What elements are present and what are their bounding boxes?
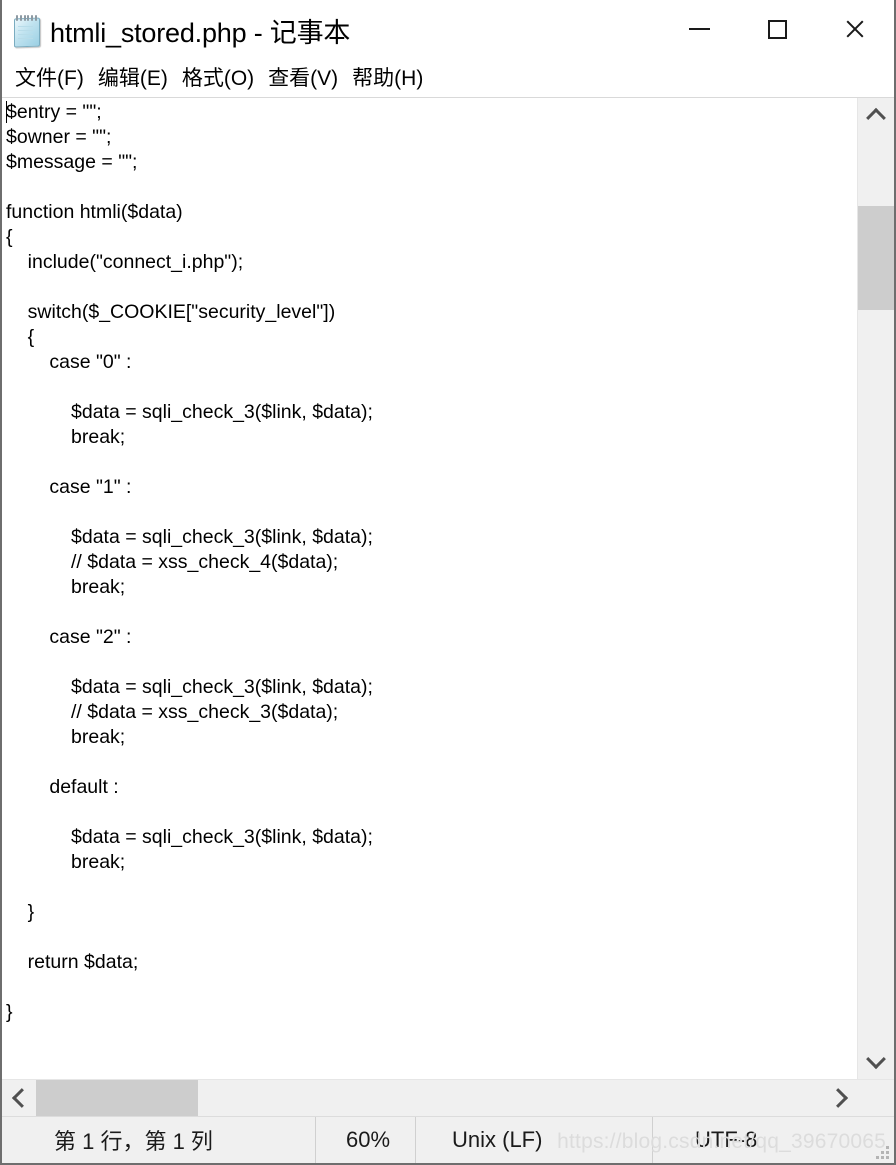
- chevron-up-icon: [866, 107, 886, 128]
- minimize-button[interactable]: [660, 0, 738, 58]
- chevron-left-icon: [11, 1088, 32, 1108]
- maximize-button[interactable]: [738, 0, 816, 58]
- text-editor[interactable]: $entry = ""; $owner = ""; $message = "";…: [2, 98, 857, 1079]
- horizontal-scrollbar[interactable]: [2, 1079, 894, 1116]
- scroll-left-button[interactable]: [2, 1080, 36, 1116]
- status-bar: 第 1 行，第 1 列 60% Unix (LF) UTF-8 https://…: [2, 1116, 894, 1163]
- editor-row: $entry = ""; $owner = ""; $message = "";…: [2, 98, 894, 1079]
- menu-item-format[interactable]: 格式(O): [175, 68, 261, 89]
- status-line-ending: Unix (LF): [415, 1117, 652, 1163]
- status-encoding: UTF-8: [652, 1117, 894, 1163]
- close-button[interactable]: [816, 0, 894, 58]
- window-controls: [660, 0, 894, 60]
- scroll-up-button[interactable]: [858, 98, 894, 132]
- notepad-window: htmli_stored.php - 记事本 文件(F) 编辑(E) 格式(O)…: [0, 0, 896, 1165]
- menu-item-file[interactable]: 文件(F): [8, 68, 91, 89]
- resize-grip-icon[interactable]: [876, 1146, 889, 1159]
- code-text[interactable]: $entry = ""; $owner = ""; $message = "";…: [2, 98, 857, 1025]
- editor-area: $entry = ""; $owner = ""; $message = "";…: [2, 98, 894, 1116]
- window-title: htmli_stored.php - 记事本: [50, 17, 351, 48]
- vertical-scroll-track[interactable]: [858, 132, 894, 1045]
- scroll-right-button[interactable]: [824, 1080, 858, 1116]
- chevron-right-icon: [828, 1088, 849, 1108]
- maximize-icon: [767, 19, 787, 39]
- status-zoom-level[interactable]: 60%: [315, 1117, 415, 1163]
- text-caret: [6, 101, 7, 123]
- title-bar-left: htmli_stored.php - 记事本: [2, 11, 660, 50]
- close-icon: [844, 18, 866, 40]
- menu-bar: 文件(F) 编辑(E) 格式(O) 查看(V) 帮助(H): [2, 60, 894, 98]
- horizontal-scroll-track[interactable]: [36, 1080, 824, 1116]
- minimize-icon: [688, 28, 710, 30]
- horizontal-scroll-thumb[interactable]: [36, 1080, 198, 1116]
- chevron-down-icon: [866, 1049, 886, 1070]
- menu-item-edit[interactable]: 编辑(E): [91, 68, 175, 89]
- scrollbar-corner: [858, 1080, 894, 1116]
- menu-item-help[interactable]: 帮助(H): [345, 68, 430, 89]
- notepad-icon: [12, 13, 42, 48]
- title-bar[interactable]: htmli_stored.php - 记事本: [2, 0, 894, 60]
- scroll-down-button[interactable]: [858, 1045, 894, 1079]
- vertical-scrollbar[interactable]: [857, 98, 894, 1079]
- menu-item-view[interactable]: 查看(V): [261, 68, 345, 89]
- status-cursor-position: 第 1 行，第 1 列: [54, 1129, 213, 1154]
- vertical-scroll-thumb[interactable]: [858, 206, 894, 310]
